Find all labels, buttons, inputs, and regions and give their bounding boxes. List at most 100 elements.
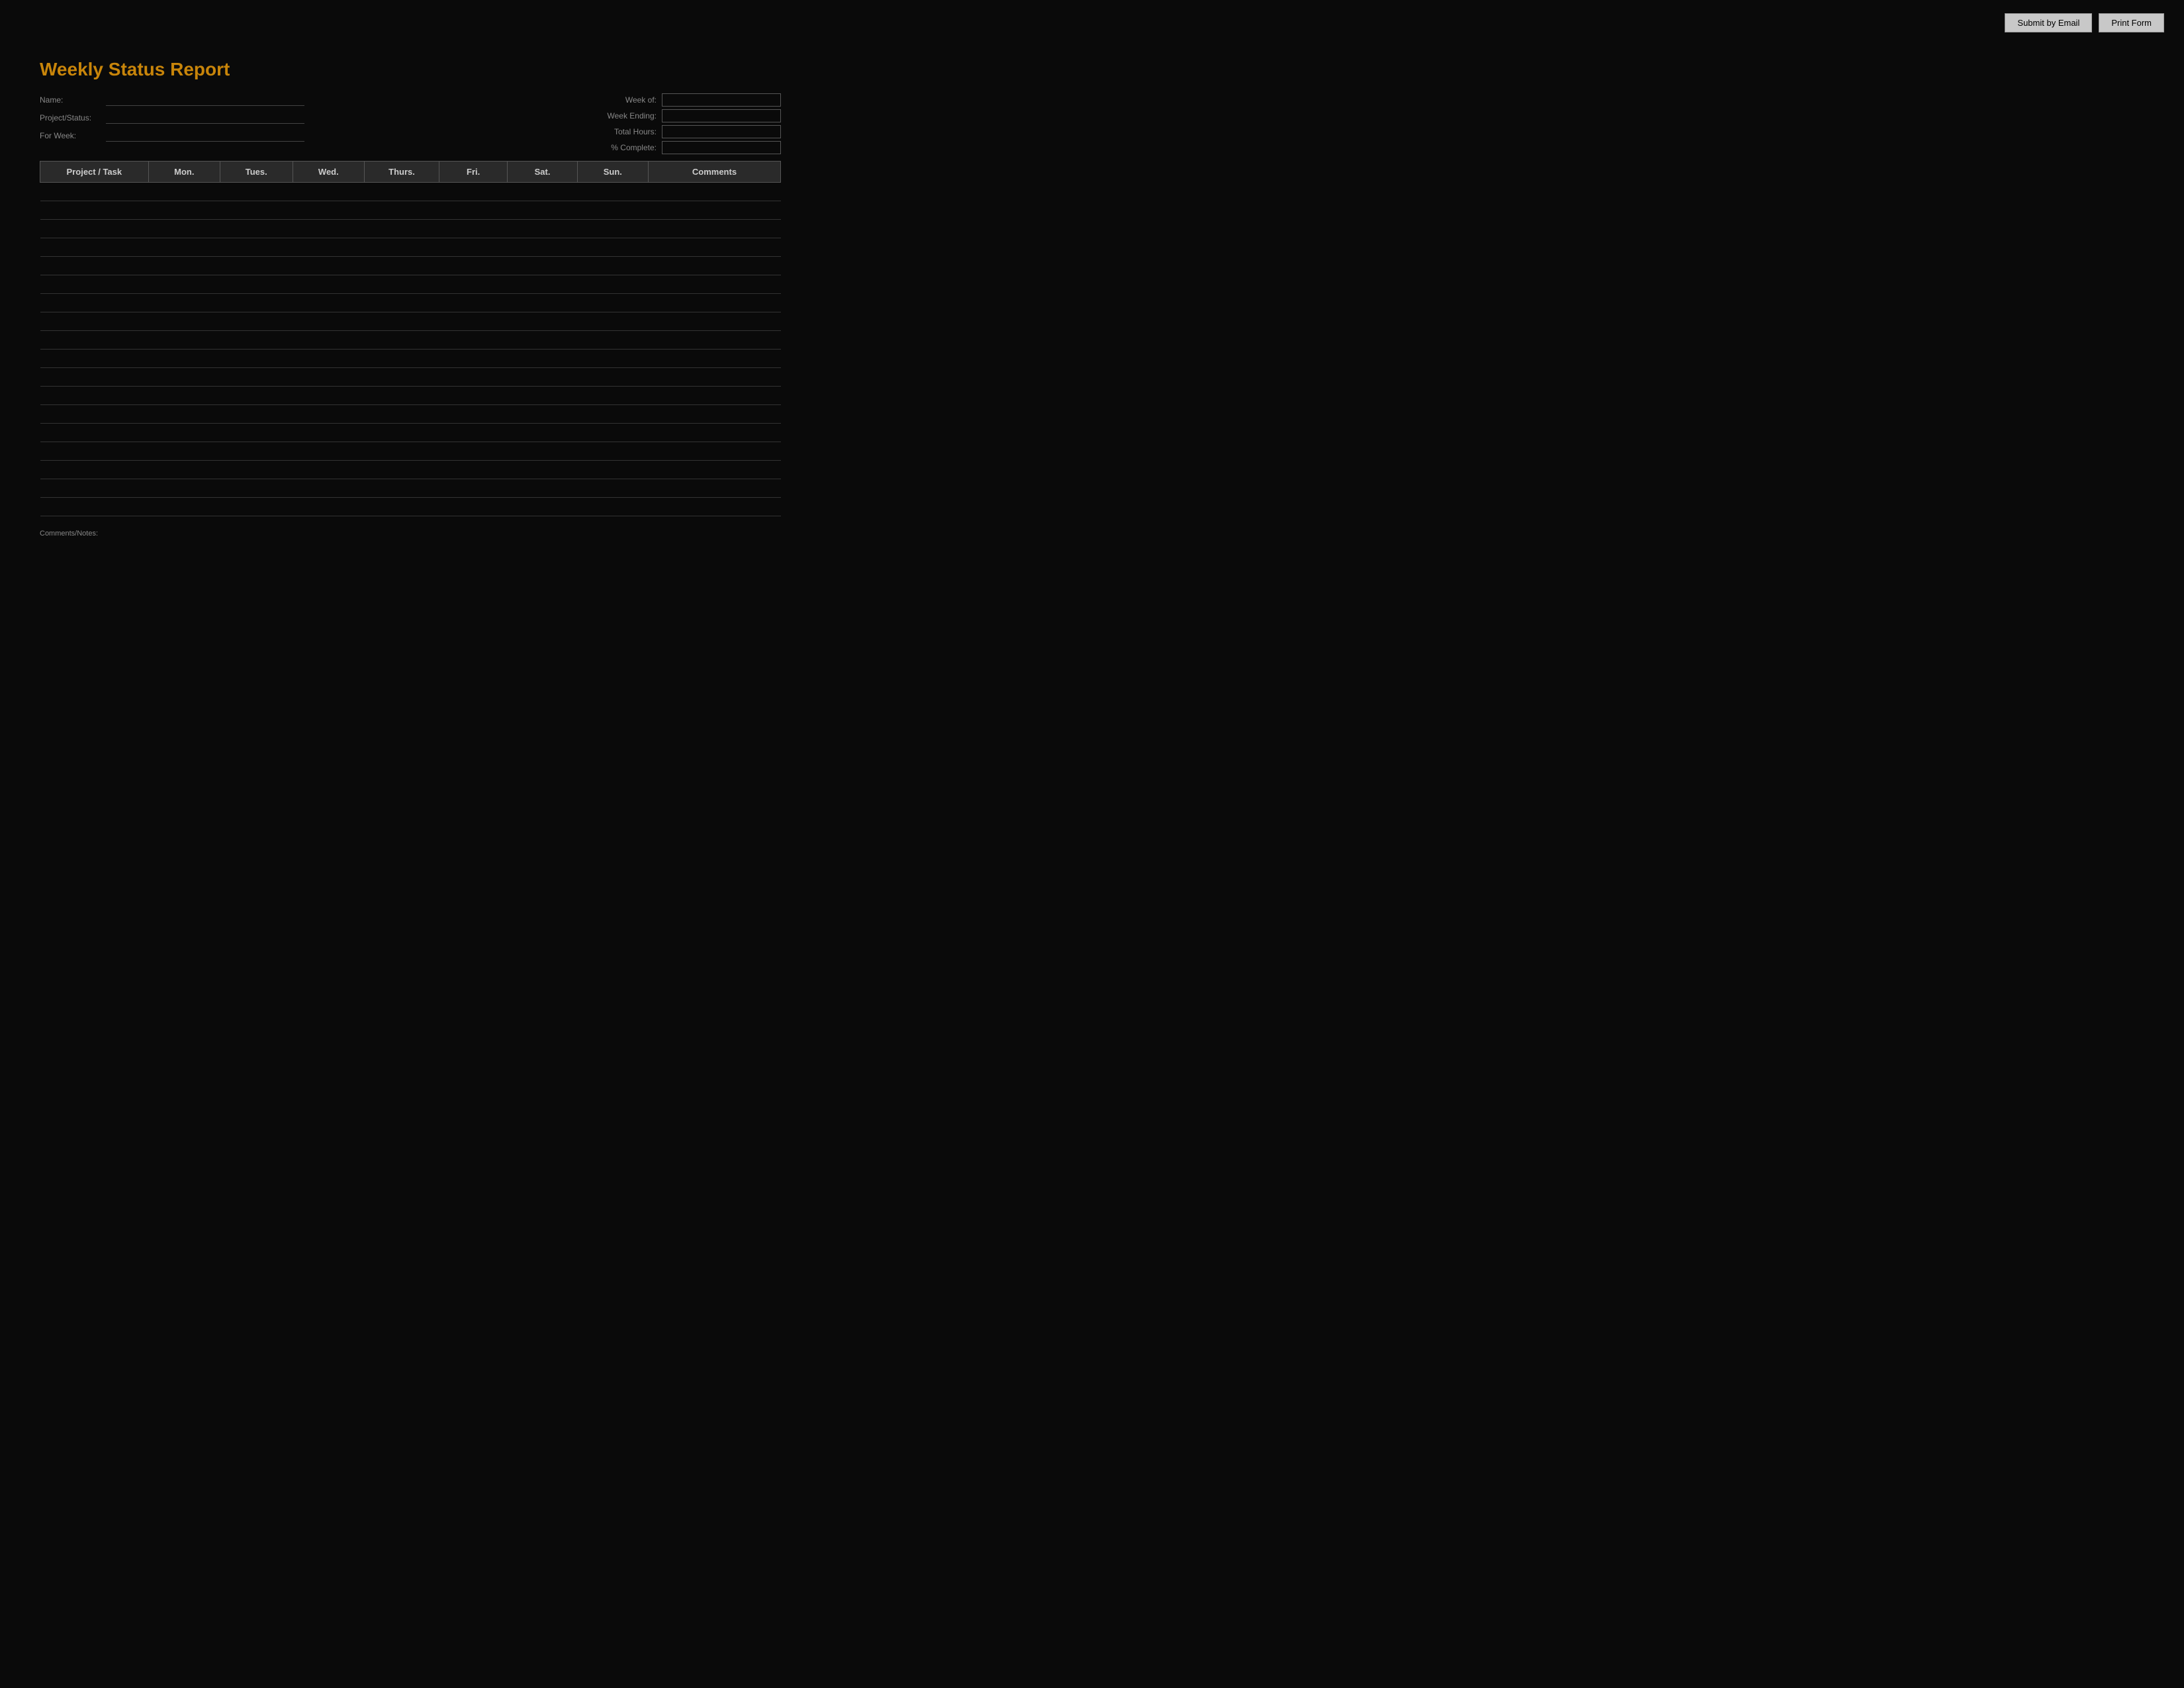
row-12-col-6-input[interactable] <box>510 410 574 419</box>
row-11-col-3-input[interactable] <box>295 391 362 400</box>
row-0-col-8-input[interactable] <box>651 187 778 197</box>
row-0-col-1-input[interactable] <box>151 187 217 197</box>
row-6-col-3-input[interactable] <box>295 299 362 308</box>
row-10-col-5-input[interactable] <box>441 373 505 382</box>
row-10-col-6-input[interactable] <box>510 373 574 382</box>
row-8-col-8-input[interactable] <box>651 336 778 345</box>
row-8-col-0-input[interactable] <box>43 336 146 345</box>
row-7-col-8-input[interactable] <box>651 317 778 326</box>
row-10-col-2-input[interactable] <box>222 373 290 382</box>
row-9-col-5-input[interactable] <box>441 354 505 363</box>
row-12-col-4-input[interactable] <box>367 410 437 419</box>
row-6-col-8-input[interactable] <box>651 299 778 308</box>
row-14-col-2-input[interactable] <box>222 447 290 456</box>
row-15-col-5-input[interactable] <box>441 465 505 475</box>
row-9-col-7-input[interactable] <box>580 354 645 363</box>
row-17-col-8-input[interactable] <box>651 502 778 512</box>
row-5-col-5-input[interactable] <box>441 280 505 289</box>
row-11-col-8-input[interactable] <box>651 391 778 400</box>
row-6-col-5-input[interactable] <box>441 299 505 308</box>
row-4-col-2-input[interactable] <box>222 261 290 271</box>
row-17-col-4-input[interactable] <box>367 502 437 512</box>
row-15-col-6-input[interactable] <box>510 465 574 475</box>
row-3-col-7-input[interactable] <box>580 243 645 252</box>
row-7-col-7-input[interactable] <box>580 317 645 326</box>
row-9-col-6-input[interactable] <box>510 354 574 363</box>
row-17-col-7-input[interactable] <box>580 502 645 512</box>
row-7-col-5-input[interactable] <box>441 317 505 326</box>
row-8-col-4-input[interactable] <box>367 336 437 345</box>
for-week-input[interactable] <box>106 129 304 142</box>
row-15-col-4-input[interactable] <box>367 465 437 475</box>
row-1-col-7-input[interactable] <box>580 206 645 215</box>
row-9-col-2-input[interactable] <box>222 354 290 363</box>
row-4-col-5-input[interactable] <box>441 261 505 271</box>
row-4-col-6-input[interactable] <box>510 261 574 271</box>
row-12-col-8-input[interactable] <box>651 410 778 419</box>
row-1-col-4-input[interactable] <box>367 206 437 215</box>
row-9-col-3-input[interactable] <box>295 354 362 363</box>
row-11-col-7-input[interactable] <box>580 391 645 400</box>
row-3-col-0-input[interactable] <box>43 243 146 252</box>
row-16-col-6-input[interactable] <box>510 484 574 493</box>
row-6-col-4-input[interactable] <box>367 299 437 308</box>
row-2-col-1-input[interactable] <box>151 224 217 234</box>
row-1-col-3-input[interactable] <box>295 206 362 215</box>
row-3-col-8-input[interactable] <box>651 243 778 252</box>
row-5-col-2-input[interactable] <box>222 280 290 289</box>
row-4-col-0-input[interactable] <box>43 261 146 271</box>
row-15-col-8-input[interactable] <box>651 465 778 475</box>
row-1-col-5-input[interactable] <box>441 206 505 215</box>
row-17-col-5-input[interactable] <box>441 502 505 512</box>
row-0-col-7-input[interactable] <box>580 187 645 197</box>
row-2-col-6-input[interactable] <box>510 224 574 234</box>
row-12-col-7-input[interactable] <box>580 410 645 419</box>
row-4-col-7-input[interactable] <box>580 261 645 271</box>
row-3-col-4-input[interactable] <box>367 243 437 252</box>
row-14-col-0-input[interactable] <box>43 447 146 456</box>
percent-complete-input[interactable] <box>662 141 781 154</box>
row-0-col-5-input[interactable] <box>441 187 505 197</box>
row-11-col-1-input[interactable] <box>151 391 217 400</box>
row-16-col-3-input[interactable] <box>295 484 362 493</box>
row-7-col-6-input[interactable] <box>510 317 574 326</box>
row-7-col-1-input[interactable] <box>151 317 217 326</box>
row-17-col-0-input[interactable] <box>43 502 146 512</box>
row-5-col-1-input[interactable] <box>151 280 217 289</box>
row-2-col-8-input[interactable] <box>651 224 778 234</box>
row-5-col-4-input[interactable] <box>367 280 437 289</box>
row-9-col-8-input[interactable] <box>651 354 778 363</box>
row-4-col-3-input[interactable] <box>295 261 362 271</box>
submit-email-button[interactable]: Submit by Email <box>2005 13 2092 32</box>
row-14-col-1-input[interactable] <box>151 447 217 456</box>
row-15-col-7-input[interactable] <box>580 465 645 475</box>
row-5-col-3-input[interactable] <box>295 280 362 289</box>
row-14-col-5-input[interactable] <box>441 447 505 456</box>
row-15-col-3-input[interactable] <box>295 465 362 475</box>
row-16-col-5-input[interactable] <box>441 484 505 493</box>
row-17-col-3-input[interactable] <box>295 502 362 512</box>
row-14-col-8-input[interactable] <box>651 447 778 456</box>
row-15-col-2-input[interactable] <box>222 465 290 475</box>
row-12-col-2-input[interactable] <box>222 410 290 419</box>
row-16-col-4-input[interactable] <box>367 484 437 493</box>
row-3-col-5-input[interactable] <box>441 243 505 252</box>
row-16-col-7-input[interactable] <box>580 484 645 493</box>
week-of-input[interactable] <box>662 93 781 107</box>
row-8-col-3-input[interactable] <box>295 336 362 345</box>
row-17-col-2-input[interactable] <box>222 502 290 512</box>
row-6-col-6-input[interactable] <box>510 299 574 308</box>
row-13-col-0-input[interactable] <box>43 428 146 438</box>
row-3-col-1-input[interactable] <box>151 243 217 252</box>
row-11-col-4-input[interactable] <box>367 391 437 400</box>
row-2-col-7-input[interactable] <box>580 224 645 234</box>
row-2-col-0-input[interactable] <box>43 224 146 234</box>
row-11-col-2-input[interactable] <box>222 391 290 400</box>
row-7-col-3-input[interactable] <box>295 317 362 326</box>
row-11-col-5-input[interactable] <box>441 391 505 400</box>
row-16-col-0-input[interactable] <box>43 484 146 493</box>
row-11-col-6-input[interactable] <box>510 391 574 400</box>
row-5-col-0-input[interactable] <box>43 280 146 289</box>
row-10-col-4-input[interactable] <box>367 373 437 382</box>
row-8-col-1-input[interactable] <box>151 336 217 345</box>
